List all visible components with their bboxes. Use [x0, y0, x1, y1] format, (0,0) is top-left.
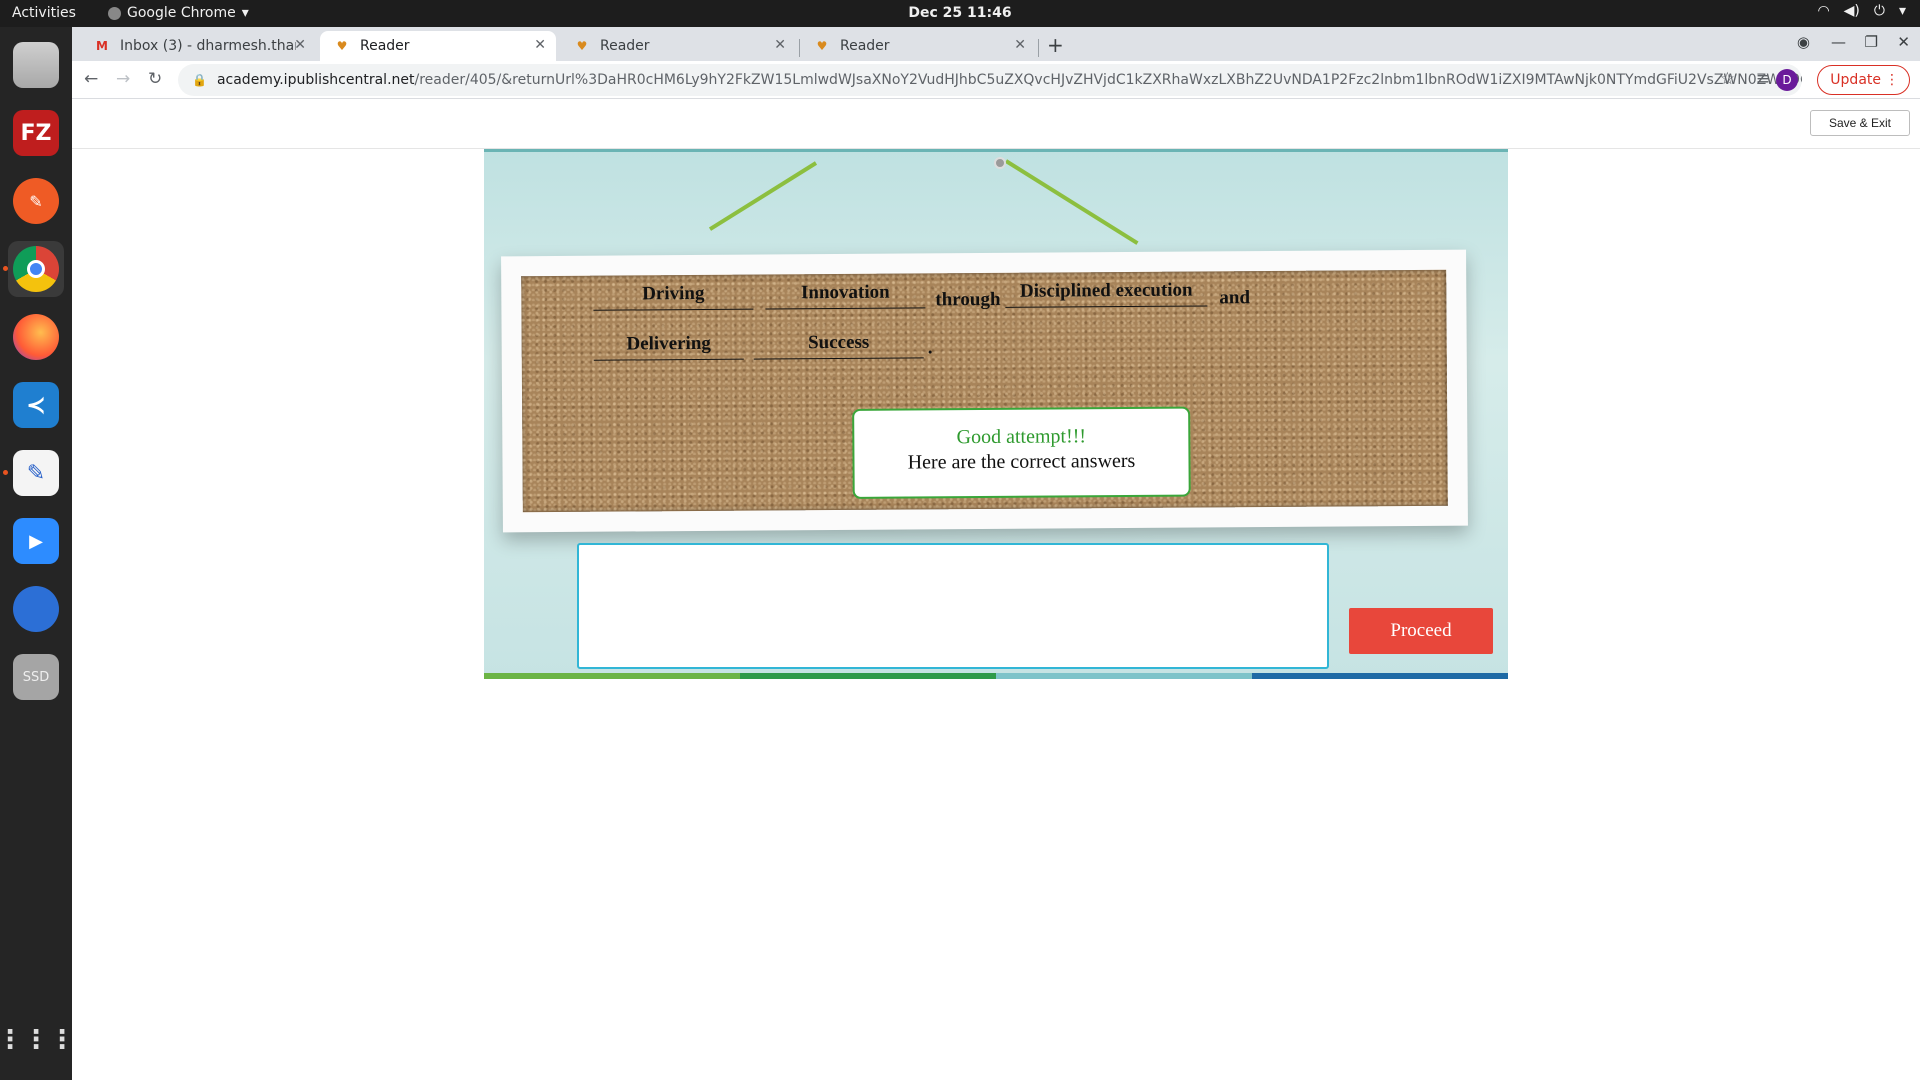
feedback-box [577, 543, 1329, 669]
firefox-icon [13, 314, 59, 360]
dock-files[interactable] [8, 37, 64, 93]
wifi-icon: ◠ [1817, 3, 1830, 19]
reader-icon: ♥ [576, 39, 588, 53]
files-icon [13, 42, 59, 88]
answer-blank-4[interactable]: Delivering [593, 332, 744, 361]
result-message-box: Good attempt!!! Here are the correct ans… [852, 406, 1191, 499]
close-icon[interactable]: ✕ [294, 37, 306, 53]
dock-app[interactable] [8, 581, 64, 637]
dock-firefox[interactable] [8, 309, 64, 365]
hanging-string-right [1004, 159, 1139, 245]
url-path: /reader/405/&returnUrl%3DaHR0cHM6Ly9hY2F… [414, 72, 1803, 88]
tab-strip: M Inbox (3) - dharmesh.than ✕ ♥ Reader ✕… [72, 27, 1920, 61]
ssd-drive-icon: SSD [13, 654, 59, 700]
notice-board-frame: Driving Innovation through Disciplined e… [501, 249, 1468, 533]
reader-icon: ♥ [816, 39, 828, 53]
profile-avatar[interactable]: D [1776, 69, 1798, 91]
url-host: academy.ipublishcentral.net [216, 72, 415, 88]
page-content: Save & Exit Driving Innovation through D… [72, 99, 1920, 1080]
back-icon[interactable]: ← [84, 69, 98, 89]
window-close-icon[interactable]: ✕ [1897, 33, 1910, 51]
running-indicator [3, 470, 8, 475]
connector-through: through [935, 288, 1001, 311]
power-icon: ⏻ [1873, 3, 1885, 19]
tab-separator [1038, 39, 1039, 57]
proceed-button[interactable]: Proceed [1349, 608, 1493, 654]
tab-title: Reader [600, 38, 650, 54]
close-icon[interactable]: ✕ [774, 37, 786, 53]
dock-vscode[interactable]: ≺ [8, 377, 64, 433]
gmail-icon: M [96, 39, 108, 53]
zoom-icon: ▶ [13, 518, 59, 564]
tab-reader-2[interactable]: ♥ Reader ✕ [560, 31, 796, 61]
tab-search-icon[interactable]: ◉ [1797, 33, 1810, 51]
bottom-bar-segment [996, 673, 1252, 679]
reader-header: Save & Exit [72, 99, 1920, 149]
sentence-period: . [927, 337, 933, 359]
stage-top-line [484, 149, 1508, 152]
filezilla-icon: FZ [13, 110, 59, 156]
vscode-icon: ≺ [13, 382, 59, 428]
browser-toolbar: ← → ↻ 🔒 academy.ipublishcentral.net/read… [72, 61, 1920, 99]
minimize-icon[interactable]: — [1831, 33, 1846, 51]
more-vert-icon: ⋮ [1885, 72, 1899, 88]
result-title: Good attempt!!! [956, 425, 1087, 449]
tab-title: Reader [840, 38, 890, 54]
address-bar[interactable]: 🔒 academy.ipublishcentral.net/reader/405… [178, 64, 1802, 96]
dock-filezilla[interactable]: FZ [8, 105, 64, 161]
answer-blank-5[interactable]: Success [753, 331, 924, 360]
reload-icon[interactable]: ↻ [148, 69, 162, 89]
restore-icon[interactable]: ❐ [1865, 33, 1878, 51]
tab-reader-3[interactable]: ♥ Reader ✕ [800, 31, 1036, 61]
lock-icon: 🔒 [192, 73, 207, 87]
tab-title: Reader [360, 38, 410, 54]
forward-icon[interactable]: → [116, 69, 130, 89]
app-icon [13, 586, 59, 632]
stage-bottom-bar [484, 673, 1508, 679]
result-subtitle: Here are the correct answers [907, 449, 1136, 474]
system-top-bar: Activities Google Chrome ▾ Dec 25 11:46 … [0, 0, 1920, 27]
system-tray[interactable]: ◠ ◀) ⏻ ▾ [1817, 3, 1906, 19]
save-exit-button[interactable]: Save & Exit [1809, 110, 1910, 136]
volume-icon: ◀) [1843, 3, 1860, 19]
chrome-window: M Inbox (3) - dharmesh.than ✕ ♥ Reader ✕… [72, 27, 1920, 1080]
chevron-down-icon: ▾ [1898, 3, 1906, 19]
answer-blank-3[interactable]: Disciplined execution [1005, 279, 1208, 308]
dock-zoom[interactable]: ▶ [8, 513, 64, 569]
postman-icon: ✎ [13, 178, 59, 224]
answer-blank-2[interactable]: Innovation [765, 281, 926, 310]
cork-board: Driving Innovation through Disciplined e… [521, 269, 1448, 513]
bottom-bar-segment [484, 673, 740, 679]
tab-title: Inbox (3) - dharmesh.than [120, 38, 296, 54]
activity-stage: Driving Innovation through Disciplined e… [484, 149, 1508, 679]
dock: FZ ✎ ≺ ✎ ▶ SSD ⋮⋮⋮ [0, 27, 75, 1080]
tab-reader-active[interactable]: ♥ Reader ✕ [320, 31, 556, 61]
running-indicator [3, 266, 8, 271]
bookmark-star-icon[interactable]: ☆ [1720, 69, 1735, 89]
grid-icon: ⋮⋮⋮ [0, 1025, 75, 1055]
connector-and: and [1219, 287, 1251, 309]
close-icon[interactable]: ✕ [1014, 37, 1026, 53]
text-editor-icon: ✎ [13, 450, 59, 496]
dock-chrome[interactable] [3, 241, 64, 297]
dock-text-editor[interactable]: ✎ [3, 445, 64, 501]
update-label: Update [1830, 72, 1881, 88]
pin-icon [994, 157, 1006, 169]
clock[interactable]: Dec 25 11:46 [0, 5, 1920, 21]
hanging-string-left [708, 161, 818, 231]
tab-inbox[interactable]: M Inbox (3) - dharmesh.than ✕ [80, 31, 316, 61]
answer-blank-1[interactable]: Driving [593, 282, 754, 311]
bottom-bar-segment [740, 673, 996, 679]
update-button[interactable]: Update ⋮ [1817, 65, 1910, 95]
chrome-icon [13, 246, 59, 292]
show-applications-button[interactable]: ⋮⋮⋮ [0, 1012, 75, 1068]
new-tab-button[interactable]: + [1047, 33, 1064, 57]
reader-icon: ♥ [336, 39, 348, 53]
reading-list-icon[interactable]: ≡ [1756, 69, 1770, 89]
dock-ssd[interactable]: SSD [8, 649, 64, 705]
bottom-bar-segment [1252, 673, 1508, 679]
dock-postman[interactable]: ✎ [8, 173, 64, 229]
close-icon[interactable]: ✕ [534, 37, 546, 53]
